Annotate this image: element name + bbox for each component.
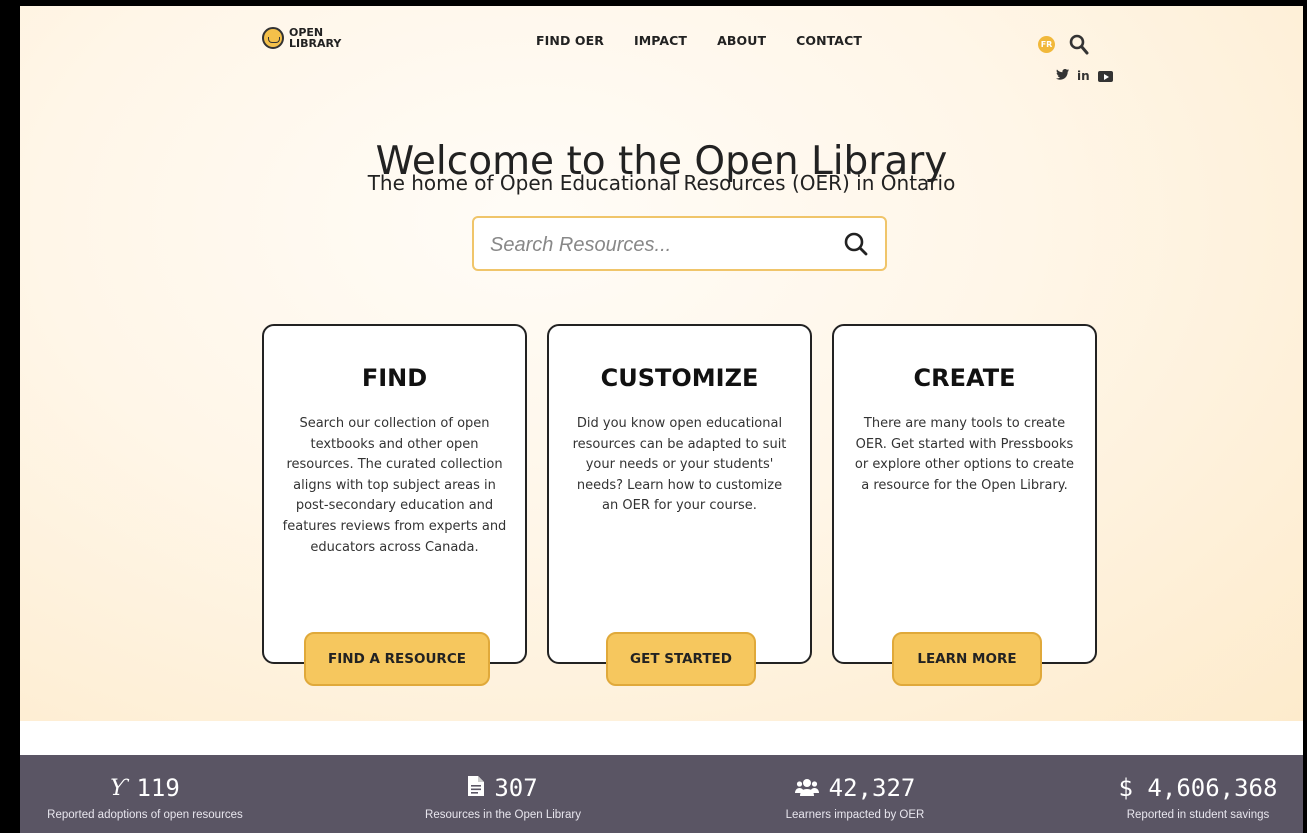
stat-resources: 307 Resources in the Open Library <box>403 755 603 821</box>
stat-label: Resources in the Open Library <box>425 809 581 821</box>
card-title: CUSTOMIZE <box>600 364 759 392</box>
main-nav: FIND OER IMPACT ABOUT CONTACT <box>536 33 862 48</box>
nav-impact[interactable]: IMPACT <box>634 33 687 48</box>
logo-icon <box>262 27 284 49</box>
impact-stats-bar: Ƴ 119 Reported adoptions of open resourc… <box>20 755 1303 833</box>
page-frame: OPEN LIBRARY FIND OER IMPACT ABOUT CONTA… <box>20 6 1303 833</box>
stat-label: Reported adoptions of open resources <box>47 809 243 821</box>
adoption-icon: Ƴ <box>110 775 127 801</box>
stat-value: 119 <box>136 774 180 802</box>
stat-label: Learners impacted by OER <box>785 809 925 821</box>
logo-text: OPEN LIBRARY <box>289 27 341 49</box>
get-started-button[interactable]: GET STARTED <box>606 632 756 686</box>
stat-value: $ 4,606,368 <box>1118 774 1278 802</box>
header-search-icon[interactable] <box>1069 34 1089 60</box>
card-title: FIND <box>361 364 428 392</box>
linkedin-icon[interactable]: in <box>1077 69 1090 83</box>
learn-more-button[interactable]: LEARN MORE <box>892 632 1042 686</box>
card-title: CREATE <box>913 364 1016 392</box>
resource-search <box>472 216 887 271</box>
stat-value: 307 <box>494 774 538 802</box>
find-a-resource-button[interactable]: FIND A RESOURCE <box>304 632 490 686</box>
card-text: There are many tools to create OER. Get … <box>854 416 1075 493</box>
users-icon <box>794 774 819 802</box>
search-icon[interactable] <box>842 230 872 260</box>
create-card: CREATE There are many tools to create OE… <box>832 324 1097 686</box>
search-input[interactable] <box>488 230 832 260</box>
social-links: in <box>1056 69 1113 83</box>
site-logo[interactable]: OPEN LIBRARY <box>262 27 341 49</box>
hero-section: OPEN LIBRARY FIND OER IMPACT ABOUT CONTA… <box>20 6 1303 721</box>
stat-adoptions: Ƴ 119 Reported adoptions of open resourc… <box>20 755 270 821</box>
twitter-icon[interactable] <box>1056 69 1069 83</box>
document-icon <box>468 774 485 802</box>
nav-contact[interactable]: CONTACT <box>796 33 862 48</box>
card-text: Search our collection of open textbooks … <box>282 416 507 555</box>
stat-value: 42,327 <box>828 774 916 802</box>
youtube-icon[interactable] <box>1097 70 1113 82</box>
nav-about[interactable]: ABOUT <box>717 33 766 48</box>
page-subtitle: The home of Open Educational Resources (… <box>367 171 956 195</box>
card-text: Did you know open educational resources … <box>572 416 787 514</box>
language-toggle-button[interactable]: FR <box>1038 36 1055 53</box>
logo-line2: LIBRARY <box>289 37 342 50</box>
stat-savings: $ 4,606,368 Reported in student savings <box>1093 755 1303 821</box>
stat-label: Reported in student savings <box>1126 809 1270 821</box>
stat-learners: 42,327 Learners impacted by OER <box>755 755 955 821</box>
find-card: FIND Search our collection of open textb… <box>262 324 527 686</box>
nav-find-oer[interactable]: FIND OER <box>536 33 604 48</box>
customize-card: CUSTOMIZE Did you know open educational … <box>547 324 812 686</box>
